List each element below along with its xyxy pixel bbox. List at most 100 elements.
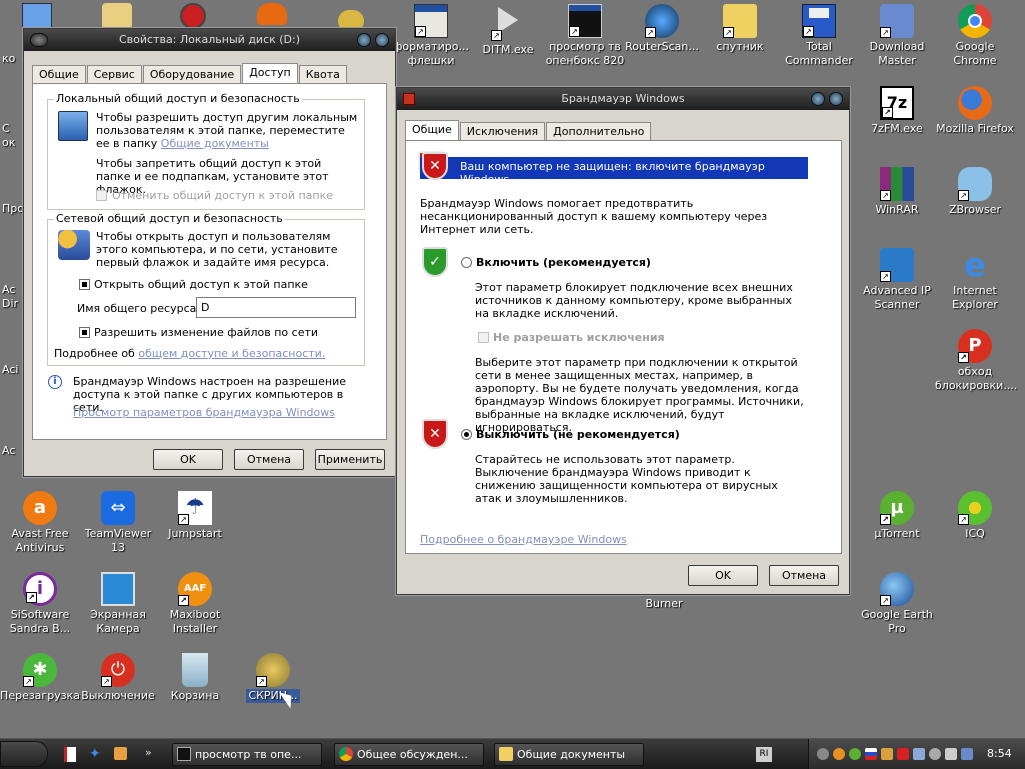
desktop-icon-reboot[interactable]: ✱ ↗ Перезагрузка [0,653,80,703]
chrome-icon [339,747,353,761]
monitor-icon [101,572,135,606]
ok-button[interactable]: OK [688,565,758,586]
window-menu-icon[interactable] [30,33,48,47]
desktop-icon-firefox[interactable]: Mozilla Firefox [935,86,1015,136]
desktop-icon-zbrowser[interactable]: ↗ ZBrowser [935,167,1015,217]
desktop-icon-screenshot[interactable]: ↗ СКРИН... [233,653,313,703]
tray-volume-icon[interactable] [945,748,957,760]
start-button[interactable] [0,741,48,767]
desktop-icon-google-earth[interactable]: ↗ Google Earth Pro [857,572,937,636]
desktop-icon-7zfm[interactable]: 7z ↗ 7zFM.exe [857,86,937,136]
cancel-button[interactable]: Отмена [234,449,304,470]
desktop-icon-avast[interactable]: a Avast Free Antivirus [0,491,80,555]
desktop-icon-internet-explorer[interactable]: e Internet Explorer [935,248,1015,312]
quicklaunch-more-icon[interactable]: » [145,746,152,759]
desktop-icon-jumpstart[interactable]: ☂ ↗ Jumpstart [155,491,235,541]
ok-button[interactable]: OK [153,449,223,470]
allow-changes-checkbox[interactable] [79,327,90,338]
firewall-app-icon [403,93,415,105]
firewall-intro: Брандмауэр Windows помогает предотвратит… [420,197,768,236]
desktop-icon-bypass[interactable]: P ↗ обход блокировки.... [935,329,1017,393]
close-button[interactable] [375,33,389,47]
apply-button[interactable]: Применить [315,449,385,470]
close-button[interactable] [829,92,843,106]
desktop-icon-screen-camera[interactable]: Экранная Камера [78,572,158,636]
tray-cog-icon[interactable] [929,748,941,760]
cancel-button[interactable]: Отмена [769,565,839,586]
sharing-security-link[interactable]: общем доступе и безопасности. [138,347,325,360]
utorrent-icon: µ ↗ [880,491,914,525]
tab-general[interactable]: Общие [32,65,86,83]
partial-icon [180,3,206,29]
desktop-icon-sisoftware[interactable]: i ↗ SiSoftware Sandra B... [0,572,80,636]
firefox-icon [958,86,992,120]
console-icon: ↗ [568,4,602,38]
properties-titlebar[interactable]: Свойства: Локальный диск (D:) [24,29,395,51]
clock[interactable]: 8:54 [987,747,1012,760]
properties-title: Свойства: Локальный диск (D:) [118,33,301,46]
reboot-icon: ✱ ↗ [23,653,57,687]
share-folder-label: Открыть общий доступ к этой папке [94,278,308,291]
desktop-icon-utorrent[interactable]: µ ↗ µTorrent [857,491,937,541]
tray-chevron-icon[interactable] [817,748,829,760]
task-tv-view[interactable]: просмотр тв опе... [172,743,322,766]
warning-banner: Ваш компьютер не защищен: включите бранд… [420,157,808,186]
firewall-settings-link[interactable]: Просмотр параметров брандмауэра Windows [73,406,335,419]
desktop-icon-tv-view[interactable]: ↗ просмотр тв опенбокс 820 [545,4,625,68]
quicklaunch-runner-icon[interactable]: ✦ [89,746,101,762]
tray-utorrent-icon[interactable] [849,748,861,760]
desktop-icon-google-chrome[interactable]: Google Chrome [935,4,1015,68]
share-name-input[interactable]: D [196,297,356,318]
desktop-icon-download-master[interactable]: ↗ Download Master [857,4,937,68]
tray-gear-icon[interactable] [881,748,893,760]
tab-hardware[interactable]: Оборудование [142,65,242,83]
tab-advanced[interactable]: Дополнительно [546,122,652,140]
desktop-icon-advanced-ip-scanner[interactable]: ↗ Advanced IP Scanner [857,248,937,312]
firewall-more-link[interactable]: Подробнее о брандмауэре Windows [420,533,627,546]
desktop-icon-format-flash[interactable]: ↗ форматиро... флешки [391,4,471,68]
desktop-icon-icq[interactable]: ↗ ICQ [935,491,1015,541]
desktop-icon-sputnik[interactable]: ↗ спутник [700,4,780,54]
share-folder-checkbox[interactable] [79,279,90,290]
desktop-icon-teamviewer[interactable]: ⇔ TeamViewer 13 [78,491,158,555]
recycle-bin-icon [182,653,208,687]
desktop-icon-winrar[interactable]: ↗ WinRAR [857,167,937,217]
help-button[interactable] [357,33,371,47]
unshare-label: Отменить общий доступ к этой папке [112,189,334,202]
enable-radio[interactable] [461,257,472,268]
desktop-icon-maxiboot[interactable]: AAF ↗ Maxiboot Installer [155,572,235,636]
desktop-icon-total-commander[interactable]: ↗ Total Commander [779,4,859,68]
tab-exceptions[interactable]: Исключения [459,122,546,140]
tray-avast-icon[interactable] [833,748,845,760]
desktop-icon-burner[interactable]: Burner [624,597,704,611]
chrome-icon [958,4,992,38]
task-chrome[interactable]: Общее обсужден... [334,743,484,766]
tray-flag-icon[interactable] [865,748,877,760]
disable-radio[interactable] [461,429,472,440]
language-indicator[interactable]: RI [756,747,772,762]
quicklaunch-network-icon[interactable] [114,747,127,760]
no-exceptions-description: Выберите этот параметр при подключении к… [475,356,804,434]
tab-service[interactable]: Сервис [86,65,142,83]
quicklaunch-pdf-icon[interactable] [64,747,76,762]
tray-alert-icon[interactable] [897,748,909,760]
no-exceptions-checkbox[interactable] [478,332,489,343]
desktop-icon-shutdown[interactable]: ⏻ ↗ Выключение [78,653,158,703]
task-shared-docs[interactable]: Общие документы [494,743,644,766]
tab-general[interactable]: Общие [405,120,459,140]
desktop-icon-ditm[interactable]: ↗ DITM.exe [468,4,548,57]
left-partial-label: Aci [2,363,19,376]
shared-documents-link[interactable]: Общие документы [161,137,269,150]
allow-changes-label: Разрешить изменение файлов по сети [94,326,319,339]
window-icon: ↗ [414,4,448,38]
tab-sharing[interactable]: Доступ [242,63,298,83]
tray-network-icon[interactable] [913,748,925,760]
desktop-icon-routerscan[interactable]: ↗ RouterScan... [622,4,702,54]
unshare-checkbox[interactable] [96,190,107,201]
help-button[interactable] [811,92,825,106]
firewall-titlebar[interactable]: Брандмауэр Windows [397,88,849,110]
desktop-icon-recycle-bin[interactable]: Корзина [155,653,235,703]
enable-description: Этот параметр блокирует подключение всех… [475,281,793,320]
tab-quota[interactable]: Квота [298,65,347,83]
tray-display-icon[interactable] [961,748,973,760]
